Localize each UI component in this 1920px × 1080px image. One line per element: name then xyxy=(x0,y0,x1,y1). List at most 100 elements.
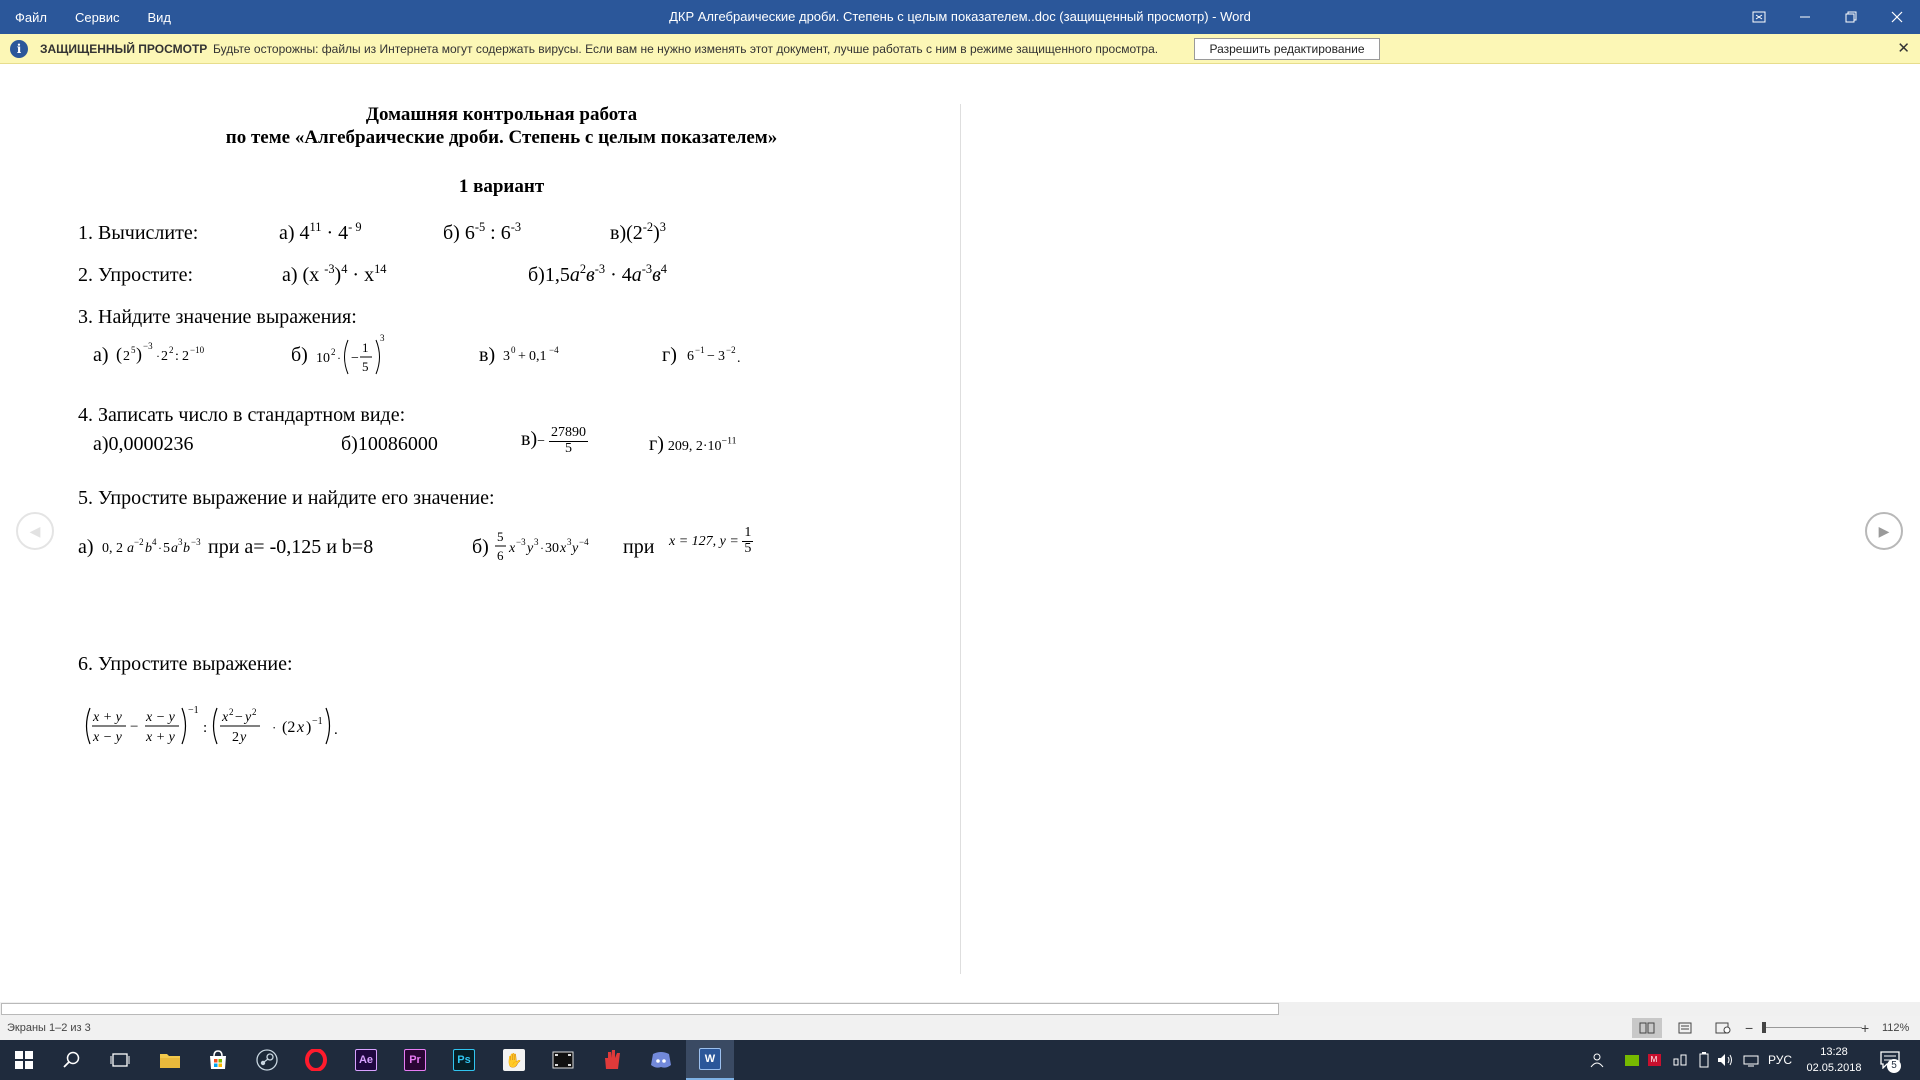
svg-text:−4: −4 xyxy=(549,345,559,355)
menu-file[interactable]: Файл xyxy=(0,10,61,25)
horizontal-scrollbar[interactable] xyxy=(0,1002,1920,1016)
taskbar-after-effects[interactable]: Ae xyxy=(342,1040,390,1080)
task-view-button[interactable] xyxy=(96,1040,144,1080)
task5-label: 5. Упростите выражение и найдите его зна… xyxy=(78,487,495,509)
notification-count: 5 xyxy=(1887,1059,1901,1073)
taskbar-photoshop[interactable]: Ps xyxy=(440,1040,488,1080)
svg-text:y: y xyxy=(243,710,252,725)
discord-icon xyxy=(651,1052,671,1068)
task4-a: а)0,0000236 xyxy=(93,433,194,455)
svg-text:−1: −1 xyxy=(188,705,199,716)
svg-text:4: 4 xyxy=(152,537,157,547)
language-indicator[interactable]: РУС xyxy=(1768,1040,1792,1080)
people-icon[interactable] xyxy=(1585,1040,1609,1080)
svg-text:10: 10 xyxy=(316,351,330,366)
zoom-in-button[interactable]: + xyxy=(1861,1016,1869,1040)
svg-text:x: x xyxy=(296,719,304,736)
svg-text:2: 2 xyxy=(252,707,257,717)
start-button[interactable] xyxy=(0,1040,48,1080)
task3-v-formula: 3 0 + 0,1 −4 xyxy=(503,345,559,364)
close-protected-bar-icon[interactable]: ✕ xyxy=(1897,34,1910,64)
zoom-level[interactable]: 112% xyxy=(1882,1016,1909,1040)
zoom-slider[interactable] xyxy=(1762,1027,1862,1028)
minimize-button[interactable] xyxy=(1782,0,1828,34)
web-layout-icon[interactable] xyxy=(1708,1018,1738,1038)
svg-text:x + y: x + y xyxy=(92,710,123,725)
print-layout-icon[interactable] xyxy=(1670,1018,1700,1038)
action-center-button[interactable]: 5 xyxy=(1870,1040,1910,1080)
next-screen-icon[interactable]: ▶ xyxy=(1865,512,1903,550)
menu-bar: Файл Сервис Вид xyxy=(0,0,185,34)
task5-b-prefix: б) xyxy=(472,536,489,558)
svg-text:.: . xyxy=(334,722,338,738)
after-effects-icon: Ae xyxy=(355,1049,377,1071)
clock-time: 13:28 xyxy=(1820,1046,1848,1058)
taskbar-steam[interactable] xyxy=(243,1040,291,1080)
task1-v: в)(2-2)3 xyxy=(610,219,666,244)
svg-text:−2: −2 xyxy=(134,537,144,547)
svg-text:2: 2 xyxy=(232,730,239,745)
doc-heading-2: по теме «Алгебраические дроби. Степень с… xyxy=(225,127,778,148)
taskbar-opera[interactable] xyxy=(292,1040,340,1080)
focus-mode-icon[interactable] xyxy=(1736,0,1782,34)
svg-text::: : xyxy=(203,720,207,736)
svg-text:x: x xyxy=(508,541,516,556)
steam-icon xyxy=(256,1049,278,1071)
nvidia-icon[interactable] xyxy=(1620,1040,1644,1080)
task3-a-prefix: а) xyxy=(93,344,109,366)
search-button[interactable] xyxy=(48,1040,96,1080)
wifi-icon[interactable] xyxy=(1739,1040,1763,1080)
taskbar-video-app[interactable] xyxy=(539,1040,587,1080)
read-mode-icon[interactable] xyxy=(1632,1018,1662,1038)
task4-g: г) 209, 2·10−11 xyxy=(649,433,737,455)
taskbar-store[interactable] xyxy=(194,1040,242,1080)
zoom-slider-thumb[interactable] xyxy=(1762,1022,1766,1033)
status-bar: Экраны 1–2 из 3 − + 112% xyxy=(0,1016,1920,1040)
taskbar-word[interactable]: W xyxy=(686,1040,734,1080)
scrollbar-thumb[interactable] xyxy=(1,1003,1279,1015)
svg-text:(2: (2 xyxy=(282,719,295,736)
svg-text:2: 2 xyxy=(182,349,189,364)
task3-g-expr: 6 −1 − 3 −2 . xyxy=(685,340,755,375)
clock[interactable]: 13:28 02.05.2018 xyxy=(1806,1044,1862,1076)
taskbar-premiere[interactable]: Pr xyxy=(391,1040,439,1080)
windows-icon xyxy=(15,1051,33,1069)
task3-v-expr: 3 0 + 0,1 −4 xyxy=(501,340,571,375)
window-controls xyxy=(1736,0,1920,34)
svg-text:−1: −1 xyxy=(695,345,705,355)
task3-a-expr: ( 2 5 ) −3 · 2 2 : 2 −10 xyxy=(116,340,216,375)
taskbar-app-hand[interactable]: ✋ xyxy=(490,1040,538,1080)
svg-text:·: · xyxy=(272,720,276,735)
close-button[interactable] xyxy=(1874,0,1920,34)
svg-text:x: x xyxy=(221,710,229,725)
variant-heading: 1 вариант xyxy=(458,176,545,197)
page-divider xyxy=(960,104,961,974)
photoshop-icon: Ps xyxy=(453,1049,475,1071)
volume-icon[interactable] xyxy=(1714,1040,1738,1080)
task3-g-formula: 6 −1 − 3 −2 . xyxy=(687,345,741,366)
task4-label: 4. Записать число в стандартном виде: xyxy=(78,404,406,426)
task3-v-prefix: в) xyxy=(479,344,496,366)
task3-a-formula: ( 2 5 ) −3 · 2 2 : 2 −10 xyxy=(116,341,205,365)
zoom-out-button[interactable]: − xyxy=(1745,1016,1753,1040)
svg-text:−: − xyxy=(130,719,138,735)
menu-tools[interactable]: Сервис xyxy=(61,10,134,25)
svg-text:(: ( xyxy=(116,344,122,365)
taskbar-explorer[interactable] xyxy=(146,1040,194,1080)
network-tray-icon[interactable] xyxy=(1668,1040,1692,1080)
menu-view[interactable]: Вид xyxy=(134,10,186,25)
previous-screen-icon[interactable]: ◀ xyxy=(16,512,54,550)
antivirus-icon[interactable]: M xyxy=(1642,1040,1666,1080)
enable-editing-button[interactable]: Разрешить редактирование xyxy=(1194,38,1380,60)
task6-expr: x + y x − y − x − y x + y −1 : x 2 − y 2… xyxy=(82,702,372,755)
taskbar-discord[interactable] xyxy=(637,1040,685,1080)
film-icon xyxy=(552,1051,574,1069)
battery-icon[interactable] xyxy=(1692,1040,1716,1080)
taskbar-app-red[interactable] xyxy=(588,1040,636,1080)
svg-text:b: b xyxy=(183,541,190,556)
restore-button[interactable] xyxy=(1828,0,1874,34)
svg-text:2: 2 xyxy=(169,345,174,355)
svg-text::: : xyxy=(175,349,179,364)
task5-b-expr: 5 6 x −3 y 3 · 30 x 3 y −4 xyxy=(495,524,605,573)
svg-text:−: − xyxy=(351,351,359,366)
